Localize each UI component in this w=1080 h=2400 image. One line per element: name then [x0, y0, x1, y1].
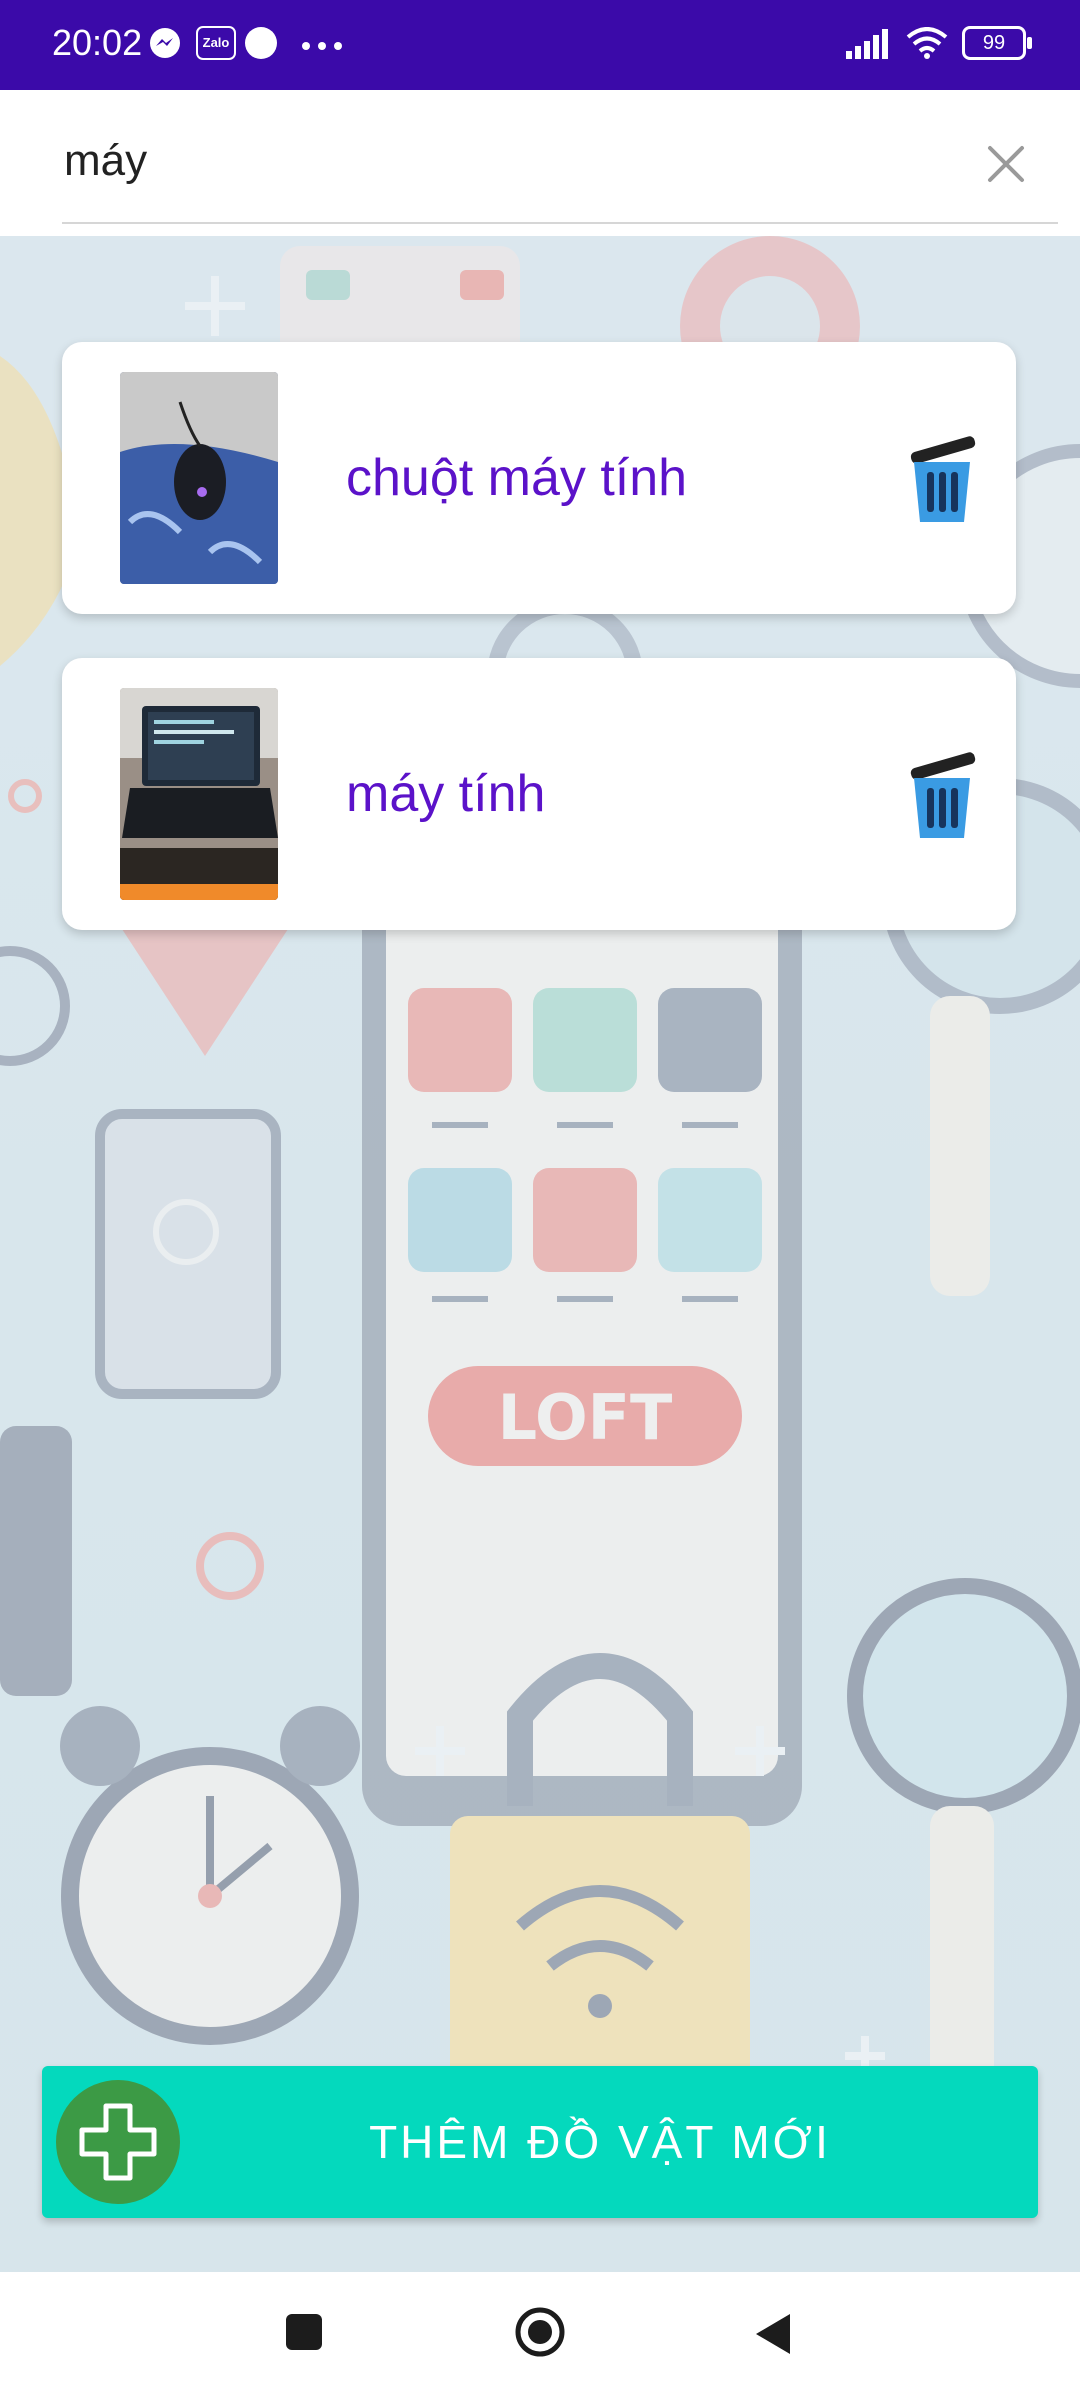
trash-icon[interactable]: [900, 430, 984, 526]
plus-icon: [56, 2080, 180, 2204]
search-underline: [62, 222, 1058, 224]
item-thumbnail: [120, 688, 278, 900]
circle-icon: [245, 27, 277, 59]
item-thumbnail: [120, 372, 278, 584]
home-button[interactable]: [514, 2306, 566, 2358]
item-name: máy tính: [346, 765, 546, 823]
trash-icon[interactable]: [900, 746, 984, 842]
list-item[interactable]: máy tính: [62, 658, 1016, 930]
wifi-icon: [906, 27, 948, 59]
back-button[interactable]: [754, 2312, 794, 2356]
zalo-icon: Zalo: [196, 26, 236, 60]
recents-button[interactable]: [284, 2312, 324, 2352]
status-bar: 20:02 Zalo 99: [0, 0, 1080, 90]
search-input[interactable]: [62, 110, 966, 212]
add-item-label: THÊM ĐỒ VẬT MỚI: [369, 2116, 831, 2168]
more-icon: [302, 42, 342, 50]
close-icon[interactable]: [980, 138, 1032, 190]
list-item[interactable]: chuột máy tính: [62, 342, 1016, 614]
search-bar: [0, 90, 1080, 236]
item-name: chuột máy tính: [346, 449, 688, 507]
status-time: 20:02: [52, 22, 143, 63]
signal-icon: [846, 29, 888, 59]
background-illustration: LOFT chuột máy tính máy tính: [0, 236, 1080, 2272]
add-item-button[interactable]: THÊM ĐỒ VẬT MỚI: [42, 2066, 1038, 2218]
navigation-bar: [0, 2272, 1080, 2400]
battery-indicator: 99: [962, 26, 1032, 60]
messenger-icon: [150, 28, 180, 58]
